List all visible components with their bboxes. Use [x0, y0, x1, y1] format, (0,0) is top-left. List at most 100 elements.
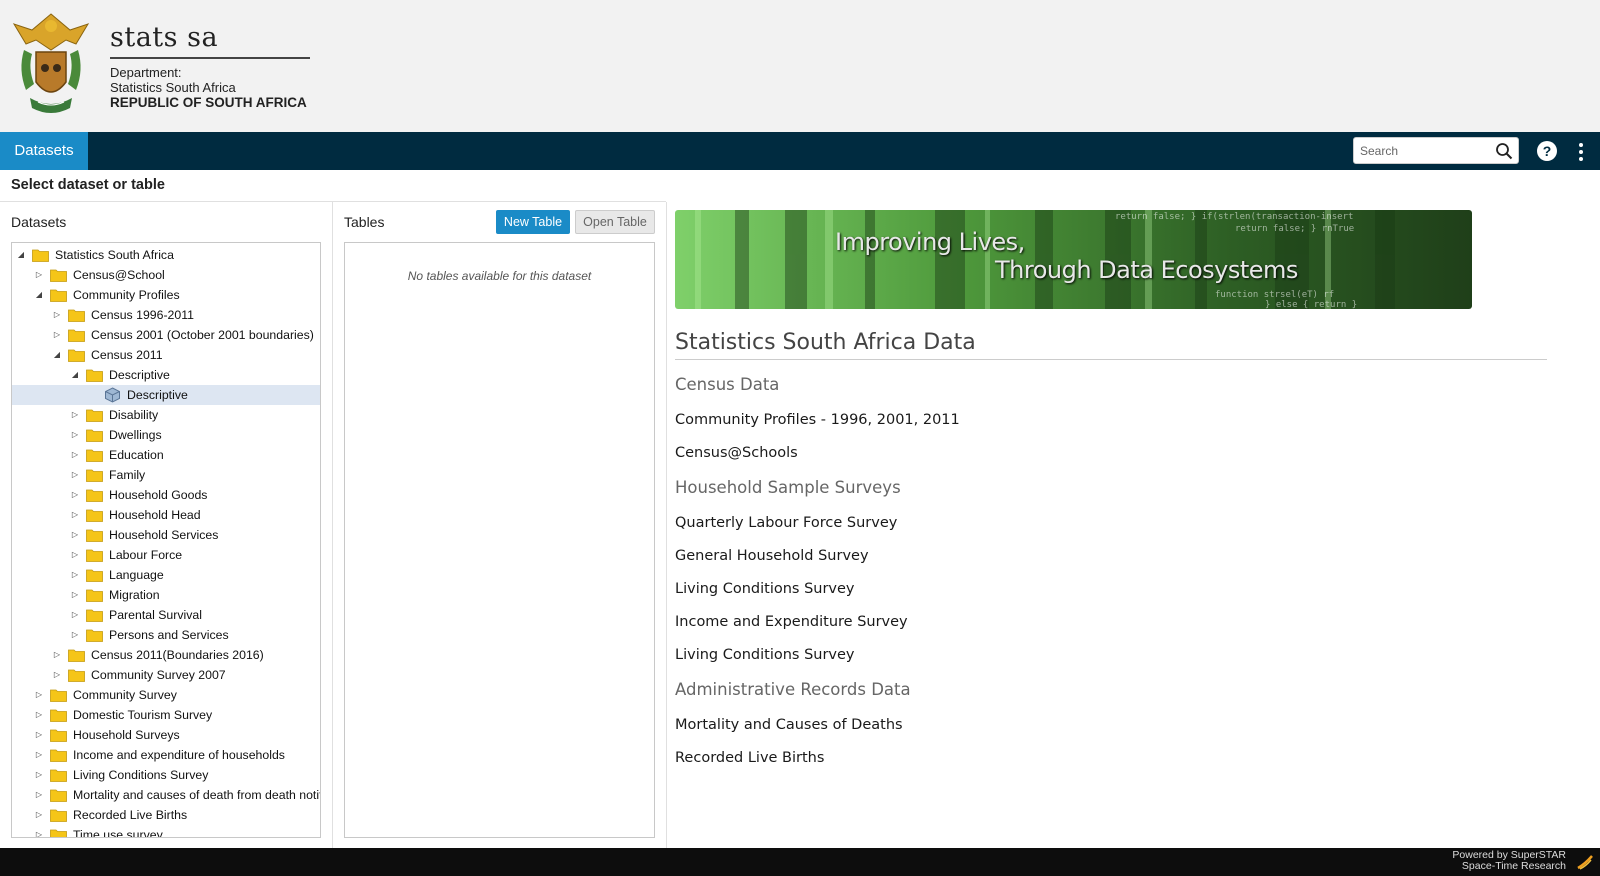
- catalog-link[interactable]: Mortality and Causes of Deaths: [675, 717, 903, 733]
- folder-icon: [50, 749, 67, 762]
- tree-node[interactable]: ▷ Household Services: [12, 525, 320, 545]
- collapsed-arrow-icon[interactable]: ▷: [34, 265, 44, 285]
- tree-node[interactable]: ◢ Statistics South Africa: [12, 245, 320, 265]
- tree-node[interactable]: ▷ Living Conditions Survey: [12, 765, 320, 785]
- catalog-link[interactable]: Living Conditions Survey: [675, 581, 855, 597]
- more-options-icon[interactable]: [1574, 141, 1588, 163]
- tree-node-label: Persons and Services: [109, 628, 229, 642]
- tab-datasets[interactable]: Datasets: [0, 132, 88, 170]
- collapsed-arrow-icon[interactable]: ▷: [34, 745, 44, 765]
- datasets-panel-title: Datasets: [11, 214, 67, 230]
- folder-icon: [50, 289, 67, 302]
- collapsed-arrow-icon[interactable]: ▷: [34, 705, 44, 725]
- tree-node[interactable]: ▷ Census 2011(Boundaries 2016): [12, 645, 320, 665]
- expanded-arrow-icon[interactable]: ◢: [70, 365, 80, 385]
- cube-icon: [105, 387, 120, 403]
- tree-node[interactable]: ▷ Mortality and causes of death from deat…: [12, 785, 320, 805]
- tables-list: No tables available for this dataset: [344, 242, 655, 838]
- search-input[interactable]: [1354, 138, 1490, 163]
- expanded-arrow-icon[interactable]: ◢: [34, 285, 44, 305]
- tree-node[interactable]: ▷ Income and expenditure of households: [12, 745, 320, 765]
- catalog-link[interactable]: Recorded Live Births: [675, 750, 824, 766]
- tree-node[interactable]: ▷ Time use survey: [12, 825, 320, 837]
- collapsed-arrow-icon[interactable]: ▷: [70, 525, 80, 545]
- folder-icon: [86, 589, 103, 602]
- collapsed-arrow-icon[interactable]: ▷: [34, 685, 44, 705]
- new-table-button[interactable]: New Table: [496, 210, 570, 234]
- tree-node-label: Household Goods: [109, 488, 208, 502]
- folder-icon: [50, 769, 67, 782]
- heading-divider: [0, 201, 666, 202]
- collapsed-arrow-icon[interactable]: ▷: [34, 785, 44, 805]
- folder-icon: [50, 709, 67, 722]
- tree-node[interactable]: ▷ Household Goods: [12, 485, 320, 505]
- tree-node[interactable]: ▷ Household Head: [12, 505, 320, 525]
- tree-node-label: Census@School: [73, 268, 165, 282]
- tree-node[interactable]: ▷ Household Surveys: [12, 725, 320, 745]
- collapsed-arrow-icon[interactable]: ▷: [52, 325, 62, 345]
- tree-node-label: Census 2001 (October 2001 boundaries): [91, 328, 314, 342]
- top-navbar: Datasets ?: [0, 132, 1600, 170]
- collapsed-arrow-icon[interactable]: ▷: [34, 825, 44, 837]
- tree-node[interactable]: ▷ Census 2001 (October 2001 boundaries): [12, 325, 320, 345]
- collapsed-arrow-icon[interactable]: ▷: [70, 585, 80, 605]
- folder-icon: [50, 809, 67, 822]
- tree-node[interactable]: ◢ Community Profiles: [12, 285, 320, 305]
- collapsed-arrow-icon[interactable]: ▷: [70, 505, 80, 525]
- expanded-arrow-icon[interactable]: ◢: [16, 245, 26, 265]
- tree-node-label: Living Conditions Survey: [73, 768, 209, 782]
- collapsed-arrow-icon[interactable]: ▷: [70, 625, 80, 645]
- tree-node[interactable]: ▷ Education: [12, 445, 320, 465]
- collapsed-arrow-icon[interactable]: ▷: [70, 545, 80, 565]
- tree-node[interactable]: ▷ Labour Force: [12, 545, 320, 565]
- collapsed-arrow-icon[interactable]: ▷: [52, 305, 62, 325]
- tree-node-label: Census 2011: [91, 348, 163, 362]
- catalog-link[interactable]: Income and Expenditure Survey: [675, 614, 908, 630]
- collapsed-arrow-icon[interactable]: ▷: [70, 425, 80, 445]
- collapsed-arrow-icon[interactable]: ▷: [52, 645, 62, 665]
- tree-node[interactable]: ▷ Migration: [12, 585, 320, 605]
- tree-node[interactable]: ▷ Census 1996-2011: [12, 305, 320, 325]
- tree-node[interactable]: ▷ Community Survey 2007: [12, 665, 320, 685]
- tree-node-label: Household Head: [109, 508, 201, 522]
- collapsed-arrow-icon[interactable]: ▷: [34, 725, 44, 745]
- tree-node[interactable]: ▷ Domestic Tourism Survey: [12, 705, 320, 725]
- tree-node[interactable]: ▷ Disability: [12, 405, 320, 425]
- collapsed-arrow-icon[interactable]: ▷: [34, 805, 44, 825]
- tree-node[interactable]: Descriptive: [12, 385, 320, 405]
- tree-node[interactable]: ▷ Community Survey: [12, 685, 320, 705]
- collapsed-arrow-icon[interactable]: ▷: [70, 485, 80, 505]
- tree-node[interactable]: ◢ Descriptive: [12, 365, 320, 385]
- open-table-button[interactable]: Open Table: [575, 210, 655, 234]
- tree-node[interactable]: ▷ Family: [12, 465, 320, 485]
- banner-decoration: return false; } rnTrue: [1235, 224, 1355, 234]
- catalog-link[interactable]: General Household Survey: [675, 548, 869, 564]
- tree-node[interactable]: ▷ Language: [12, 565, 320, 585]
- catalog-link[interactable]: Quarterly Labour Force Survey: [675, 515, 897, 531]
- tree-node[interactable]: ▷ Census@School: [12, 265, 320, 285]
- expanded-arrow-icon[interactable]: ◢: [52, 345, 62, 365]
- catalog-link[interactable]: Living Conditions Survey: [675, 647, 855, 663]
- collapsed-arrow-icon[interactable]: ▷: [70, 605, 80, 625]
- department-label: Department:: [110, 65, 182, 80]
- tree-node[interactable]: ▷ Persons and Services: [12, 625, 320, 645]
- search-icon[interactable]: [1495, 142, 1513, 160]
- tree-node[interactable]: ▷ Dwellings: [12, 425, 320, 445]
- help-icon[interactable]: ?: [1537, 141, 1557, 161]
- folder-icon: [50, 829, 67, 837]
- catalog-link[interactable]: Community Profiles - 1996, 2001, 2011: [675, 412, 960, 428]
- tree-node[interactable]: ◢ Census 2011: [12, 345, 320, 365]
- folder-icon: [68, 349, 85, 362]
- search-box: [1353, 137, 1519, 164]
- tree-node-label: Labour Force: [109, 548, 183, 562]
- collapsed-arrow-icon[interactable]: ▷: [52, 665, 62, 685]
- site-header: stats sa Department: Statistics South Af…: [0, 0, 1600, 132]
- collapsed-arrow-icon[interactable]: ▷: [70, 445, 80, 465]
- tree-node[interactable]: ▷ Recorded Live Births: [12, 805, 320, 825]
- collapsed-arrow-icon[interactable]: ▷: [34, 765, 44, 785]
- collapsed-arrow-icon[interactable]: ▷: [70, 405, 80, 425]
- collapsed-arrow-icon[interactable]: ▷: [70, 565, 80, 585]
- collapsed-arrow-icon[interactable]: ▷: [70, 465, 80, 485]
- tree-node[interactable]: ▷ Parental Survival: [12, 605, 320, 625]
- catalog-link[interactable]: Census@Schools: [675, 445, 798, 461]
